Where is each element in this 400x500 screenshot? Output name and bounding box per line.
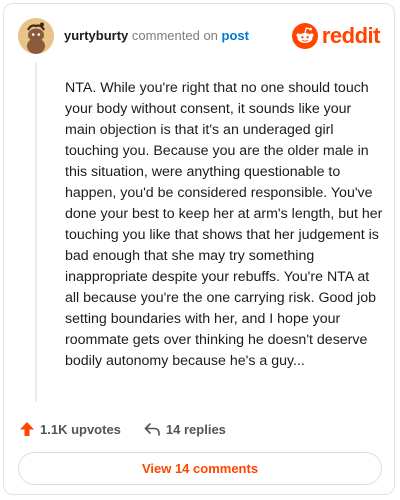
upvote-count: 1.1K upvotes — [40, 421, 121, 437]
comment-body: NTA. While you're right that no one shou… — [65, 80, 383, 369]
view-comments-button[interactable]: View 14 comments — [18, 452, 382, 485]
commented-on-text: commented on — [131, 28, 218, 43]
comment-actions: 1.1K upvotes 14 replies — [19, 418, 226, 440]
user-avatar[interactable] — [18, 18, 54, 54]
reddit-logo[interactable]: reddit — [291, 21, 381, 51]
comment-header: yurtyburty commented on post reddit — [18, 18, 381, 58]
snoo-avatar-icon — [18, 18, 54, 54]
upvote-button[interactable]: 1.1K upvotes — [19, 421, 121, 437]
reddit-alien-icon — [291, 23, 318, 49]
thread-line[interactable] — [35, 62, 37, 402]
post-link[interactable]: post — [222, 28, 249, 43]
reply-arrow-icon — [144, 423, 160, 436]
brand-name: reddit — [321, 23, 381, 48]
replies-button[interactable]: 14 replies — [143, 421, 226, 437]
upvote-arrow-icon — [20, 422, 34, 436]
username[interactable]: yurtyburty — [64, 28, 128, 43]
reply-count: 14 replies — [165, 421, 226, 437]
comment-meta: yurtyburty commented on post — [64, 28, 249, 43]
comment-card: yurtyburty commented on post reddit NTA.… — [3, 3, 395, 495]
